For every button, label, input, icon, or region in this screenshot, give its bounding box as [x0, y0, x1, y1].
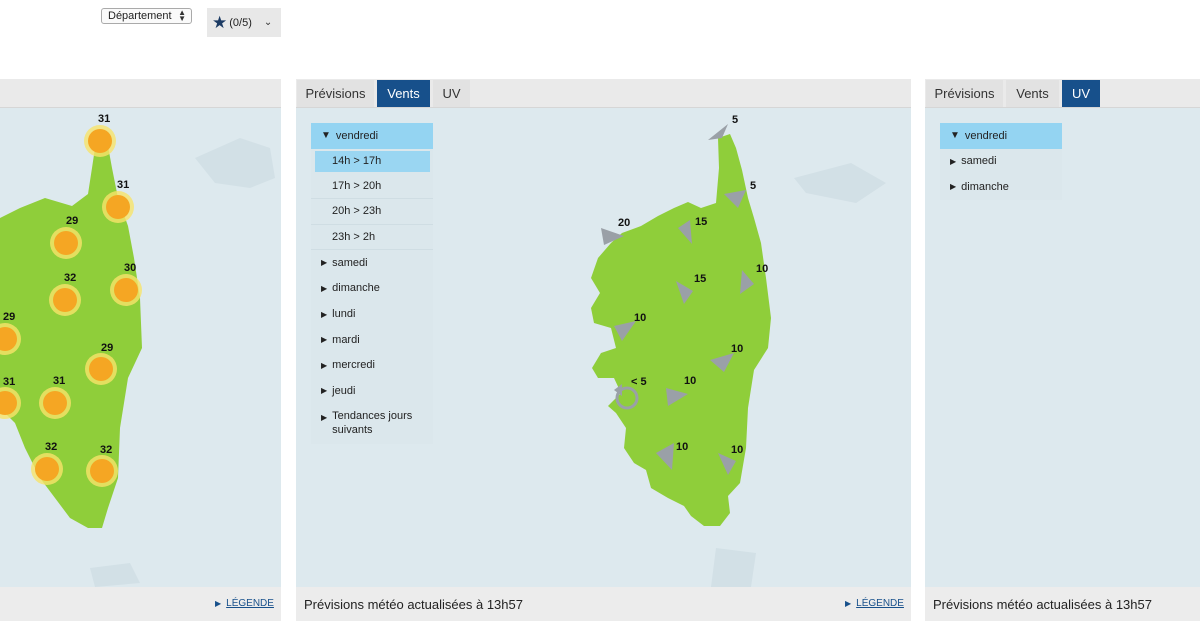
svg-text:31: 31: [3, 376, 15, 388]
wind-footer: Prévisions météo actualisées à 13h57 ▶ LÉ…: [296, 587, 911, 621]
triangle-right-icon: ▶: [321, 386, 328, 396]
forecast-panel-wind: Prévisions Vents UV 5 5 20 15 10 15 10 1…: [296, 79, 911, 621]
triangle-right-icon: ▶: [950, 156, 957, 166]
chevron-down-icon: ⌄: [263, 17, 273, 28]
day-mercredi[interactable]: ▶ mercredi: [311, 352, 433, 378]
day-mardi[interactable]: ▶ mardi: [311, 327, 433, 353]
svg-text:20: 20: [618, 217, 630, 229]
svg-text:10: 10: [731, 343, 743, 355]
triangle-right-icon: ▶: [321, 360, 328, 370]
update-time-text: Prévisions météo actualisées à 13h57: [304, 597, 523, 612]
tab-previsions[interactable]: Prévisions: [926, 80, 1003, 107]
temp-value: 31: [98, 113, 110, 125]
day-samedi[interactable]: ▶ samedi: [311, 250, 433, 276]
left-footer: ▶ LÉGENDE: [0, 587, 281, 621]
svg-text:30: 30: [124, 262, 136, 274]
svg-text:10: 10: [684, 375, 696, 387]
svg-text:10: 10: [634, 312, 646, 324]
triangle-right-icon: ▶: [845, 599, 852, 608]
uv-day-menu: ▼ vendredi ▶ samedi ▶ dimanche: [940, 123, 1062, 200]
slot-20h-23h[interactable]: 20h > 23h: [311, 199, 433, 225]
svg-text:10: 10: [676, 441, 688, 453]
uv-map: ▼ vendredi ▶ samedi ▶ dimanche: [925, 108, 1200, 587]
temperature-map: 31 31 29 30 32 29 29 31 31 32 32: [0, 108, 281, 587]
day-samedi[interactable]: ▶ samedi: [940, 149, 1062, 175]
legend-link[interactable]: ▶ LÉGENDE: [215, 598, 274, 609]
department-select[interactable]: Département ▲ ▼: [101, 8, 192, 24]
day-vendredi[interactable]: ▼ vendredi: [311, 123, 433, 149]
triangle-right-icon: ▶: [215, 599, 222, 608]
svg-text:29: 29: [3, 311, 15, 323]
svg-text:< 5: < 5: [631, 376, 647, 388]
svg-text:15: 15: [694, 273, 706, 285]
triangle-right-icon: ▶: [321, 283, 328, 293]
department-select-label: Département: [108, 10, 172, 22]
star-icon: ★: [212, 12, 228, 32]
triangle-right-icon: ▶: [321, 412, 328, 422]
day-jeudi[interactable]: ▶ jeudi: [311, 378, 433, 404]
triangle-right-icon: ▶: [321, 258, 328, 268]
slot-14h-17h[interactable]: 14h > 17h: [315, 150, 430, 172]
day-dimanche[interactable]: ▶ dimanche: [940, 174, 1062, 200]
day-tendances[interactable]: ▶ Tendances jours suivants: [311, 404, 433, 444]
svg-text:32: 32: [64, 272, 76, 284]
triangle-right-icon: ▶: [321, 309, 328, 319]
triangle-right-icon: ▶: [321, 335, 328, 345]
triangle-down-icon: ▼: [321, 130, 331, 142]
tab-uv[interactable]: UV: [1062, 80, 1100, 107]
day-menu: ▼ vendredi 14h > 17h 17h > 20h 20h > 23h …: [311, 123, 433, 444]
tab-vents[interactable]: Vents: [377, 80, 430, 107]
svg-text:31: 31: [117, 179, 129, 191]
favorites-button[interactable]: ★ (0/5) ⌄: [207, 8, 281, 37]
triangle-down-icon: ▼: [950, 130, 960, 142]
svg-text:29: 29: [101, 342, 113, 354]
update-time-text: Prévisions météo actualisées à 13h57: [933, 597, 1152, 612]
triangle-right-icon: ▶: [950, 182, 957, 192]
wind-tabbar: Prévisions Vents UV: [296, 79, 911, 108]
corsica-temperature-map: 31 31 29 30 32 29 29 31 31 32 32: [0, 113, 275, 587]
uv-footer: Prévisions météo actualisées à 13h57: [925, 587, 1200, 621]
svg-text:10: 10: [756, 263, 768, 275]
svg-text:10: 10: [731, 444, 743, 456]
slot-17h-20h[interactable]: 17h > 20h: [311, 173, 433, 200]
tab-previsions[interactable]: Prévisions: [297, 80, 374, 107]
wind-arrow: 5: [708, 114, 738, 140]
temp-marker: 31: [84, 113, 116, 157]
svg-text:32: 32: [45, 441, 57, 453]
day-dimanche[interactable]: ▶ dimanche: [311, 276, 433, 302]
forecast-panel-uv: Prévisions Vents UV ▼ vendredi ▶ samedi ▶ d…: [925, 79, 1200, 621]
favorites-count: (0/5): [229, 16, 252, 29]
svg-text:32: 32: [100, 444, 112, 456]
day-vendredi[interactable]: ▼ vendredi: [940, 123, 1062, 149]
legend-link[interactable]: ▶ LÉGENDE: [845, 598, 904, 609]
left-tabbar: [0, 79, 281, 108]
svg-text:15: 15: [695, 216, 707, 228]
wind-map: 5 5 20 15 10 15 10 10 < 5 10 10 10 ▼ vend…: [296, 108, 911, 587]
tab-uv[interactable]: UV: [433, 80, 470, 107]
svg-text:31: 31: [53, 375, 65, 387]
select-arrows-icon: ▲ ▼: [178, 8, 186, 23]
tab-vents[interactable]: Vents: [1006, 80, 1059, 107]
day-lundi[interactable]: ▶ lundi: [311, 301, 433, 327]
svg-text:5: 5: [732, 114, 738, 126]
slot-23h-2h[interactable]: 23h > 2h: [311, 224, 433, 251]
svg-text:5: 5: [750, 180, 756, 192]
uv-tabbar: Prévisions Vents UV: [925, 79, 1200, 108]
forecast-panel-left: 31 31 29 30 32 29 29 31 31 32 32 ▶ LÉGEND…: [0, 79, 281, 621]
svg-text:29: 29: [66, 215, 78, 227]
